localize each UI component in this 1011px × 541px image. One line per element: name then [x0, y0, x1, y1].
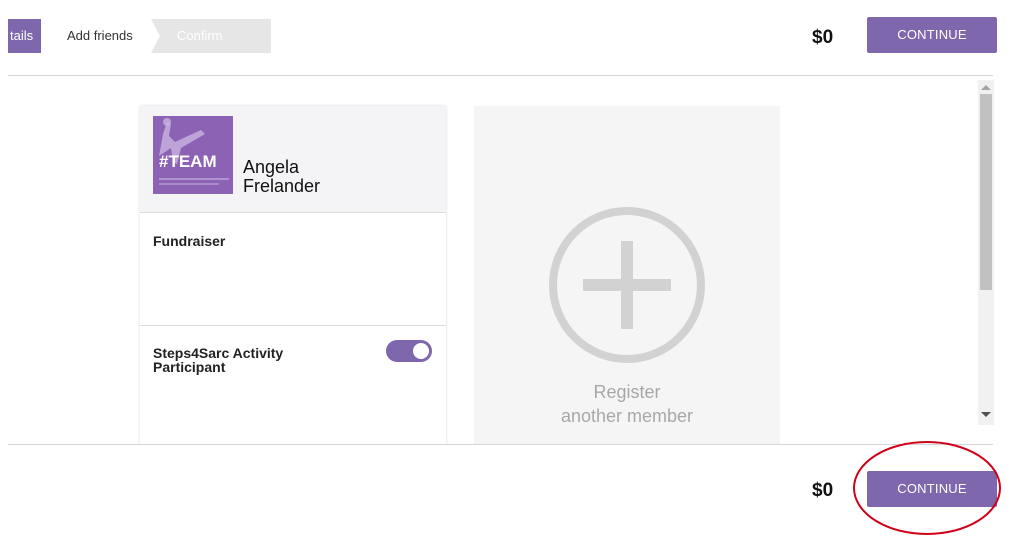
member-name: Angela Frelander — [243, 158, 320, 196]
content-scrollbar[interactable] — [978, 80, 994, 425]
activity-title: Steps4Sarc Activity Participant — [153, 346, 283, 374]
footer-total: $0 — [812, 480, 834, 501]
register-label-line1: Register — [593, 382, 661, 402]
scroll-down-arrow-icon[interactable] — [981, 412, 991, 417]
member-last-name: Frelander — [243, 176, 321, 196]
member-card: #TEAM Angela Frelander Fundraiser Steps4… — [140, 106, 446, 444]
member-card-header: #TEAM Angela Frelander — [140, 106, 446, 213]
header-total: $0 — [812, 27, 834, 48]
step-add-friends-label: Add friends — [67, 28, 133, 43]
step-details[interactable]: tails — [8, 19, 50, 53]
register-member-card[interactable]: Register another member — [474, 106, 780, 444]
header-continue-button[interactable]: CONTINUE — [867, 17, 997, 53]
step-details-label: tails — [10, 28, 34, 43]
plus-circle-icon — [549, 207, 705, 363]
scroll-thumb[interactable] — [980, 94, 992, 290]
top-bar: tails Add friends Confirm $0 CONTINUE — [0, 0, 1011, 75]
participant-toggle[interactable] — [386, 340, 432, 362]
content-area: #TEAM Angela Frelander Fundraiser Steps4… — [8, 76, 993, 444]
footer-continue-button[interactable]: CONTINUE — [867, 471, 997, 507]
avatar: #TEAM — [153, 116, 233, 194]
step-confirm-label: Confirm — [177, 28, 223, 43]
toggle-knob — [413, 343, 429, 359]
footer-divider — [8, 444, 993, 445]
activity-title-line2: Participant — [153, 359, 226, 375]
register-label-line2: another member — [560, 406, 694, 426]
avatar-text: #TEAM — [159, 152, 217, 171]
activity-title-line1: Steps4Sarc Activity — [153, 345, 284, 361]
activity-section: Steps4Sarc Activity Participant — [140, 326, 446, 444]
step-progress: tails Add friends Confirm — [8, 19, 271, 53]
fundraiser-section: Fundraiser — [140, 213, 446, 326]
fundraiser-title: Fundraiser — [153, 233, 226, 249]
member-first-name: Angela — [243, 157, 300, 177]
step-add-friends[interactable]: Add friends — [41, 19, 160, 53]
step-confirm[interactable]: Confirm — [151, 19, 271, 53]
scroll-up-arrow-icon[interactable] — [981, 85, 991, 90]
